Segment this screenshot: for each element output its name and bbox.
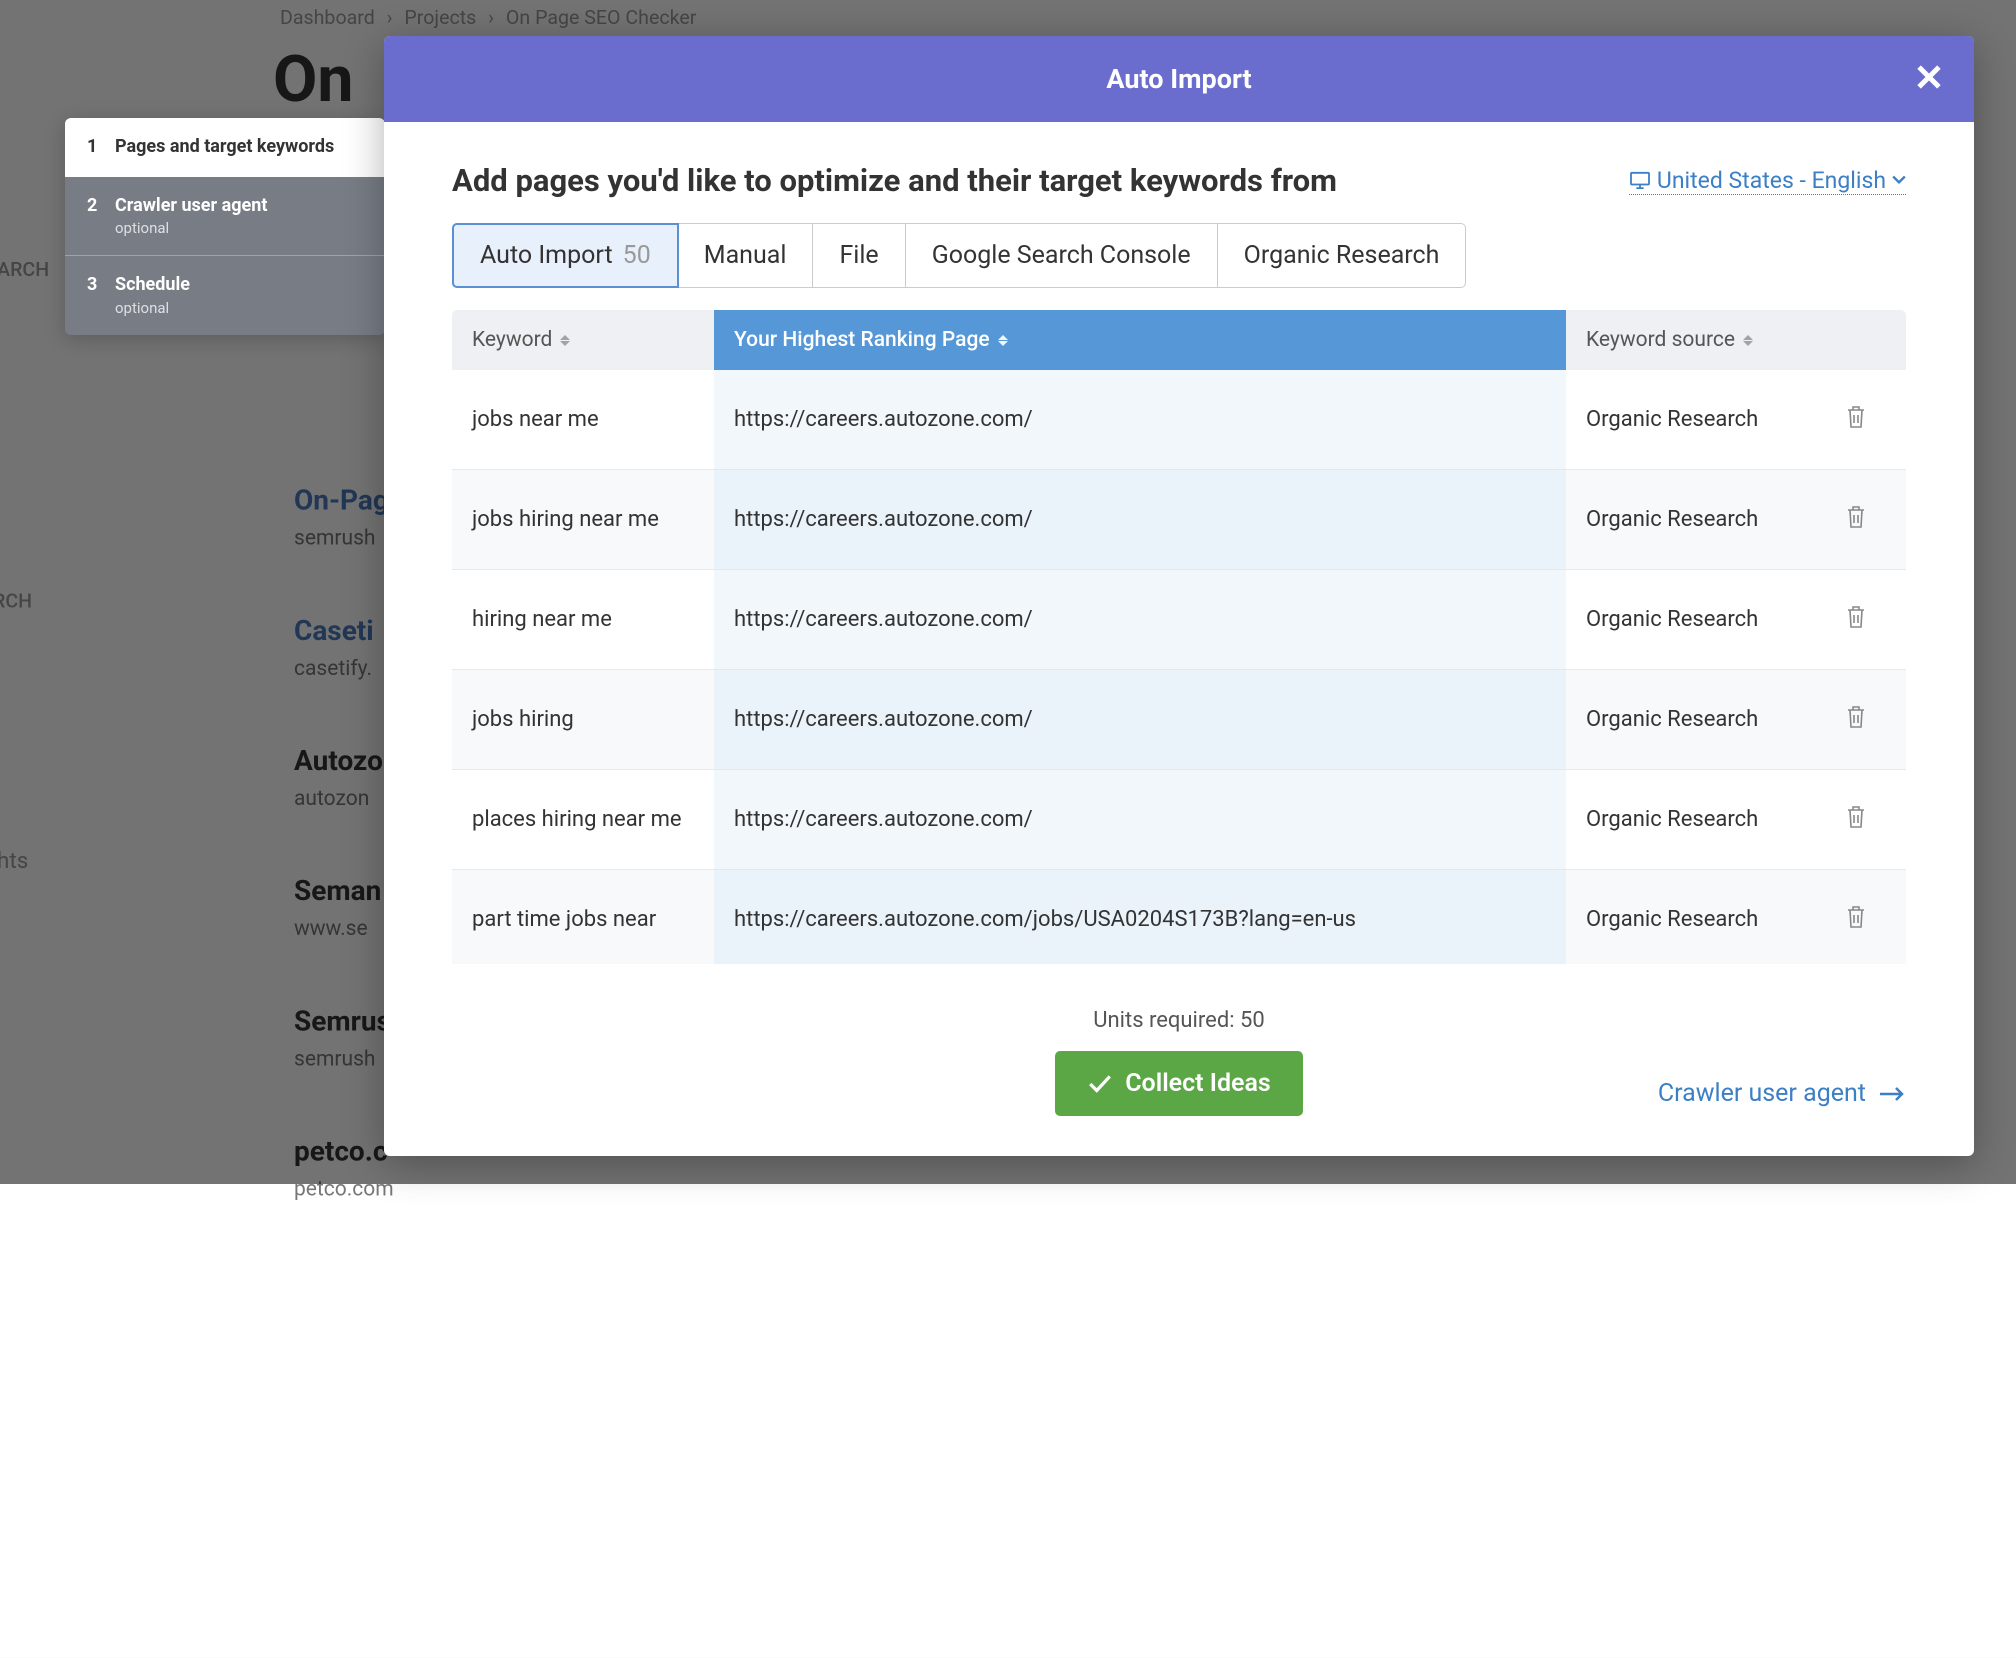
trash-icon <box>1844 804 1868 836</box>
trash-icon <box>1844 704 1868 736</box>
step-number: 1 <box>87 136 115 158</box>
cell-keyword: part time jobs near <box>452 887 714 952</box>
tab-manual[interactable]: Manual <box>678 224 814 287</box>
cell-page: https://careers.autozone.com/ <box>714 470 1566 569</box>
close-button[interactable] <box>1912 60 1946 98</box>
desktop-icon <box>1629 171 1651 189</box>
column-keyword[interactable]: Keyword <box>452 310 714 370</box>
modal-body: Add pages you'd like to optimize and the… <box>384 122 1974 992</box>
cell-keyword: jobs near me <box>452 387 714 452</box>
table-row: part time jobs nearhttps://careers.autoz… <box>452 870 1906 964</box>
cell-page: https://careers.autozone.com/ <box>714 770 1566 869</box>
column-page[interactable]: Your Highest Ranking Page <box>714 310 1566 370</box>
locale-selector[interactable]: United States - English <box>1629 167 1906 195</box>
trash-icon <box>1844 904 1868 936</box>
locale-label: United States - English <box>1657 167 1886 194</box>
delete-row-button[interactable] <box>1844 604 1868 636</box>
modal-footer: Units required: 50 Collect Ideas Crawler… <box>384 992 1974 1156</box>
keywords-table: Keyword Your Highest Ranking Page Keywor… <box>452 310 1906 964</box>
cell-source: Organic Research <box>1566 587 1806 652</box>
chevron-down-icon <box>1892 175 1906 185</box>
tab-count: 50 <box>623 241 651 270</box>
table-row: hiring near mehttps://careers.autozone.c… <box>452 570 1906 670</box>
sort-icon <box>1743 335 1753 346</box>
close-icon <box>1912 60 1946 94</box>
step-label: Schedule <box>115 274 363 296</box>
table-row: jobs near mehttps://careers.autozone.com… <box>452 370 1906 470</box>
cell-source: Organic Research <box>1566 887 1806 952</box>
modal-heading: Add pages you'd like to optimize and the… <box>452 162 1337 199</box>
tab-organic-research[interactable]: Organic Research <box>1218 224 1466 287</box>
trash-icon <box>1844 504 1868 536</box>
table-row: jobs hiring near mehttps://careers.autoz… <box>452 470 1906 570</box>
collect-label: Collect Ideas <box>1125 1069 1271 1098</box>
import-source-tabs: Auto Import 50 Manual File Google Search Con… <box>452 223 1466 288</box>
units-required-label: Units required: 50 <box>452 1008 1906 1033</box>
tab-auto-import[interactable]: Auto Import 50 <box>452 223 679 288</box>
cell-source: Organic Research <box>1566 387 1806 452</box>
check-icon <box>1087 1073 1113 1095</box>
cell-page: https://careers.autozone.com/ <box>714 670 1566 769</box>
column-source[interactable]: Keyword source <box>1566 310 1806 370</box>
table-body: jobs near mehttps://careers.autozone.com… <box>452 370 1906 964</box>
trash-icon <box>1844 604 1868 636</box>
cell-page: https://careers.autozone.com/ <box>714 370 1566 469</box>
cell-keyword: places hiring near me <box>452 787 714 852</box>
tab-label: Auto Import <box>480 241 613 270</box>
arrow-right-icon <box>1878 1084 1906 1104</box>
delete-row-button[interactable] <box>1844 404 1868 436</box>
cell-page: https://careers.autozone.com/ <box>714 570 1566 669</box>
trash-icon <box>1844 404 1868 436</box>
delete-row-button[interactable] <box>1844 804 1868 836</box>
wizard-step-2[interactable]: 2Crawler user agent optional <box>65 177 385 257</box>
delete-row-button[interactable] <box>1844 704 1868 736</box>
collect-ideas-button[interactable]: Collect Ideas <box>1055 1051 1303 1116</box>
table-row: jobs hiringhttps://careers.autozone.com/… <box>452 670 1906 770</box>
cell-source: Organic Research <box>1566 487 1806 552</box>
modal-title: Auto Import <box>1106 63 1251 95</box>
wizard-step-1[interactable]: 1Pages and target keywords <box>65 118 385 177</box>
step-number: 2 <box>87 195 115 238</box>
auto-import-modal: Auto Import Add pages you'd like to opti… <box>384 36 1974 1156</box>
step-number: 3 <box>87 274 115 317</box>
next-label: Crawler user agent <box>1658 1079 1866 1108</box>
cell-keyword: jobs hiring near me <box>452 487 714 552</box>
modal-header: Auto Import <box>384 36 1974 122</box>
wizard-steps: 1Pages and target keywords2Crawler user … <box>65 118 385 335</box>
delete-row-button[interactable] <box>1844 504 1868 536</box>
tab-label: Google Search Console <box>932 241 1191 270</box>
cell-source: Organic Research <box>1566 787 1806 852</box>
tab-label: File <box>839 241 878 270</box>
tab-label: Manual <box>704 241 787 270</box>
next-step-link[interactable]: Crawler user agent <box>1658 1079 1906 1108</box>
tab-google-search-console[interactable]: Google Search Console <box>906 224 1218 287</box>
cell-keyword: hiring near me <box>452 587 714 652</box>
cell-page: https://careers.autozone.com/jobs/USA020… <box>714 870 1566 964</box>
tab-file[interactable]: File <box>813 224 905 287</box>
cell-keyword: jobs hiring <box>452 687 714 752</box>
step-optional: optional <box>115 299 363 317</box>
step-optional: optional <box>115 219 363 237</box>
sort-icon <box>560 335 570 346</box>
step-label: Crawler user agent <box>115 195 363 217</box>
wizard-step-3[interactable]: 3Schedule optional <box>65 256 385 335</box>
tab-label: Organic Research <box>1244 241 1440 270</box>
table-header: Keyword Your Highest Ranking Page Keywor… <box>452 310 1906 370</box>
sort-icon <box>998 335 1008 346</box>
cell-source: Organic Research <box>1566 687 1806 752</box>
step-label: Pages and target keywords <box>115 136 363 158</box>
delete-row-button[interactable] <box>1844 904 1868 936</box>
table-row: places hiring near mehttps://careers.aut… <box>452 770 1906 870</box>
